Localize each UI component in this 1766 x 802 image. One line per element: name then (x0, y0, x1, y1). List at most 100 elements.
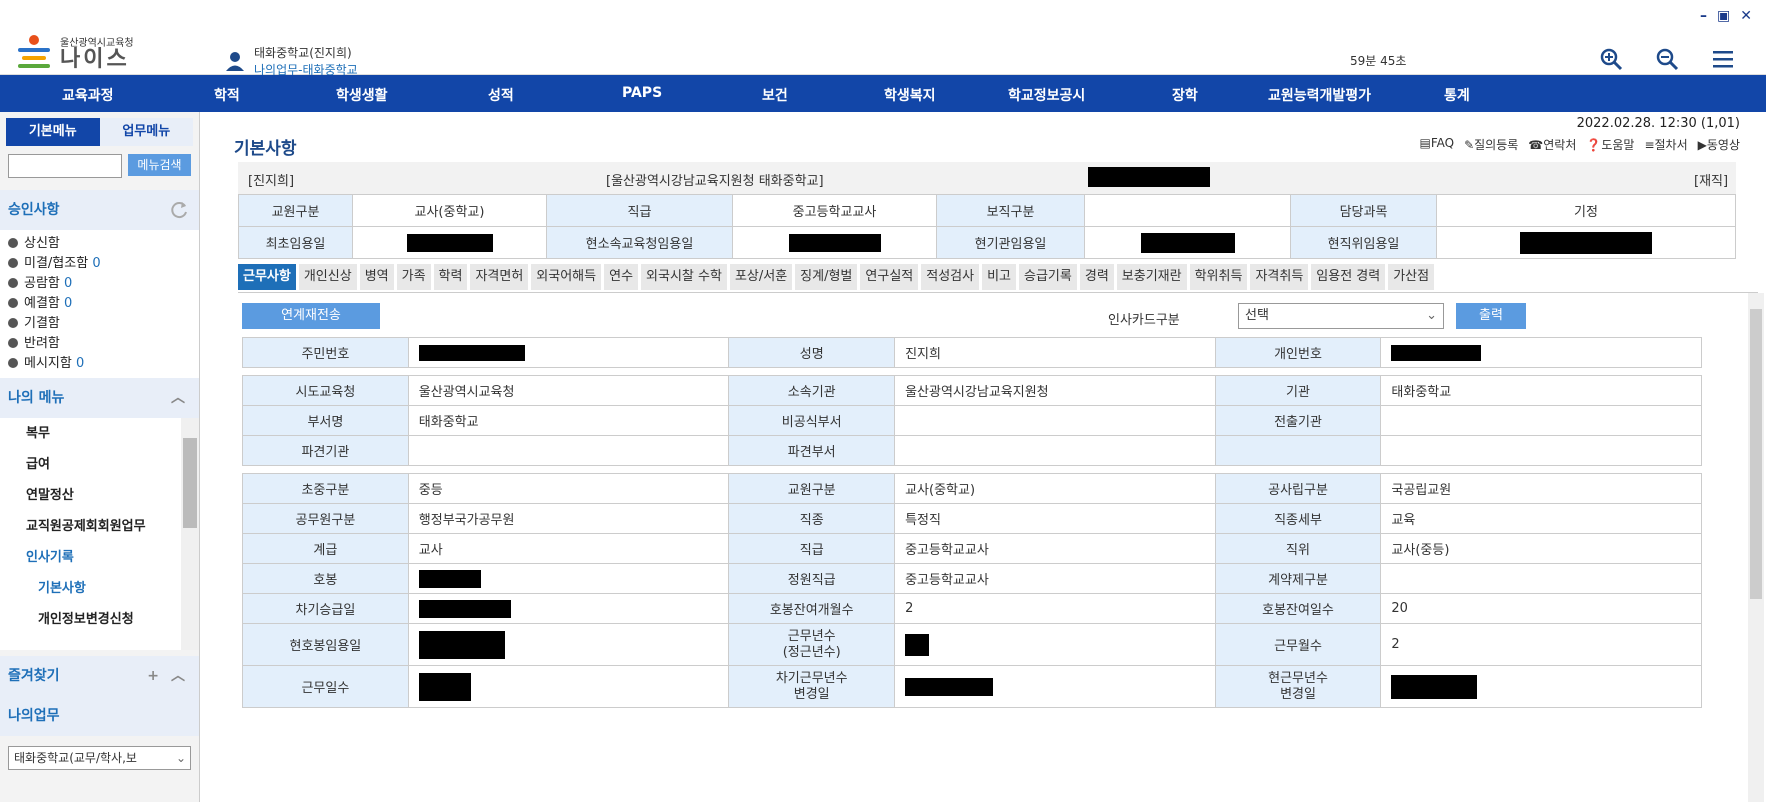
card-type-select[interactable]: 선택 ⌄ (1238, 303, 1444, 329)
mymenu-list: 복무 급여 연말정산 교직원공제회회원업무 인사기록 기본사항 개인정보변경신청 (0, 418, 199, 650)
tab[interactable]: 경력 (1079, 264, 1114, 290)
tab[interactable]: 자격취득 (1250, 264, 1309, 290)
plus-icon[interactable]: + (147, 656, 159, 696)
person-org: [울산광역시강남교육지원청 태화중학교] (606, 174, 824, 189)
tab[interactable]: 연구실적 (860, 264, 919, 290)
maximize-icon[interactable]: ▣ (1717, 8, 1730, 24)
tab[interactable]: 연수 (604, 264, 639, 290)
contact-link[interactable]: ☎연락처 (1528, 136, 1576, 153)
redacted-block (418, 672, 471, 701)
approve-item[interactable]: 미결/협조함 0 (8, 254, 191, 274)
approve-item[interactable]: 메시지함 0 (8, 354, 191, 374)
mymenu-item[interactable]: 연말정산 (0, 480, 199, 511)
card-type-label: 인사카드구분 (1108, 313, 1180, 328)
close-icon[interactable]: ✕ (1740, 8, 1752, 24)
tab[interactable]: 승급기록 (1019, 264, 1077, 290)
mywork-section-title[interactable]: 나의업무 (0, 696, 199, 736)
logo[interactable]: 울산광역시교육청 나이스 (14, 32, 134, 72)
scrollbar-thumb[interactable] (1750, 309, 1762, 599)
tab[interactable]: 보충기재란 (1116, 264, 1187, 290)
scrollbar-thumb[interactable] (183, 438, 197, 528)
logo-name: 나이스 (60, 46, 130, 72)
nav-item[interactable]: 학적 (214, 85, 240, 105)
bullet-icon (8, 278, 18, 288)
nav-item[interactable]: 학생복지 (884, 85, 936, 105)
tab[interactable]: 자격면허 (470, 264, 529, 290)
value (1084, 226, 1291, 259)
mymenu-item[interactable]: 인사기록 (0, 542, 199, 573)
redacted-block (418, 599, 511, 618)
tab[interactable]: 개인신상 (298, 264, 357, 290)
chevron-up-icon[interactable]: ︿ (171, 378, 185, 418)
mymenu-item[interactable]: 급여 (0, 449, 199, 480)
refresh-icon[interactable] (169, 200, 189, 220)
zoom-out-icon[interactable] (1654, 46, 1680, 72)
inquiry-link[interactable]: ✎질의등록 (1464, 136, 1518, 153)
approve-section-title[interactable]: 승인사항 (0, 190, 199, 230)
tab[interactable]: 임용전 경력 (1311, 264, 1386, 290)
tab[interactable]: 외국어해득 (531, 264, 602, 290)
redacted-block (1520, 231, 1652, 254)
nav-item[interactable]: 보건 (762, 85, 788, 105)
nav-item[interactable]: 성적 (488, 85, 514, 105)
tab[interactable]: 비고 (982, 264, 1017, 290)
tab[interactable]: 적성검사 (921, 264, 980, 290)
hamburger-menu-icon[interactable] (1710, 46, 1736, 72)
user-info: 태화중학교(진지희) 나의업무-태화중학교 (224, 44, 358, 78)
menu-search-input[interactable] (8, 154, 122, 178)
video-link[interactable]: ▶동영상 (1698, 136, 1740, 153)
chevron-up-icon[interactable]: ︿ (171, 656, 185, 696)
tab[interactable]: 학위취득 (1189, 264, 1248, 290)
window-controls: – ▣ ✕ (1700, 8, 1752, 24)
mymenu-item[interactable]: 교직원공제회회원업무 (0, 511, 199, 542)
approve-item[interactable]: 공람함 0 (8, 274, 191, 294)
mymenu-subitem[interactable]: 개인정보변경신청 (0, 604, 199, 635)
tab[interactable]: 학력 (433, 264, 468, 290)
tab[interactable]: 외국시찰 수학 (641, 264, 727, 290)
tab[interactable]: 병역 (359, 264, 394, 290)
approve-item[interactable]: 예결함 0 (8, 294, 191, 314)
print-button[interactable]: 출력 (1456, 303, 1526, 329)
mymenu-item[interactable]: 복무 (0, 418, 199, 449)
nav-item[interactable]: 장학 (1172, 85, 1198, 105)
zoom-in-icon[interactable] (1598, 46, 1624, 72)
tab-basic-menu[interactable]: 기본메뉴 (6, 118, 100, 146)
minimize-icon[interactable]: – (1700, 8, 1707, 24)
tab-work[interactable]: 근무사항 (238, 264, 296, 290)
approve-item[interactable]: 반려함 (8, 334, 191, 354)
redacted-block (406, 233, 493, 252)
table-row: 계급 교사 직급 중고등학교교사 직위 교사(중등) (242, 533, 1702, 564)
panel-scrollbar[interactable] (1748, 293, 1764, 802)
tab[interactable]: 포상/서훈 (729, 264, 793, 290)
procedure-link[interactable]: ≡절차서 (1644, 136, 1687, 153)
fav-section-title[interactable]: 즐겨찾기 + ︿ (0, 656, 199, 696)
record-panel: 연계재전송 인사카드구분 선택 ⌄ 출력 주민번호 성명 진지희 개인번호 시도… (238, 292, 1764, 802)
resend-button[interactable]: 연계재전송 (242, 303, 380, 329)
approve-item[interactable]: 상신함 (8, 234, 191, 254)
mymenu-section-title[interactable]: 나의 메뉴 ︿ (0, 378, 199, 418)
nav-item[interactable]: 통계 (1444, 85, 1470, 105)
table-row: 현호봉임용일 근무년수 (정근년수) 근무월수 2 (242, 623, 1702, 666)
nav-item[interactable]: 교육과정 (62, 85, 114, 105)
tab[interactable]: 가산점 (1388, 264, 1435, 290)
nav-item[interactable]: PAPS (622, 85, 662, 101)
table-row: 초중구분 중등 교원구분 교사(중학교) 공사립구분 국공립교원 (242, 473, 1702, 504)
table-row: 시도교육청 울산광역시교육청 소속기관 울산광역시강남교육지원청 기관 태화중학교 (242, 375, 1702, 406)
mymenu-scrollbar[interactable] (181, 418, 199, 650)
tab-work-menu[interactable]: 업무메뉴 (99, 118, 193, 146)
menu-search-button[interactable]: 메뉴검색 (128, 154, 191, 176)
value (1436, 226, 1736, 259)
tab[interactable]: 징계/형벌 (795, 264, 858, 290)
faq-link[interactable]: ▤FAQ (1419, 136, 1454, 153)
person-name: [진지희] (248, 174, 295, 189)
tab[interactable]: 가족 (396, 264, 431, 290)
nav-item[interactable]: 학생생활 (336, 85, 388, 105)
nav-item[interactable]: 교원능력개발평가 (1268, 85, 1371, 105)
label: 현기관임용일 (936, 226, 1085, 259)
org-select[interactable]: 태화중학교(교무/학사,보 ⌄ (8, 746, 191, 770)
help-link[interactable]: ❓도움말 (1586, 136, 1634, 153)
mymenu-subitem-active[interactable]: 기본사항 (0, 573, 199, 604)
approve-item[interactable]: 기결함 (8, 314, 191, 334)
nav-item[interactable]: 학교정보공시 (1008, 85, 1085, 105)
user-school: 태화중학교(진지희) (254, 46, 352, 60)
